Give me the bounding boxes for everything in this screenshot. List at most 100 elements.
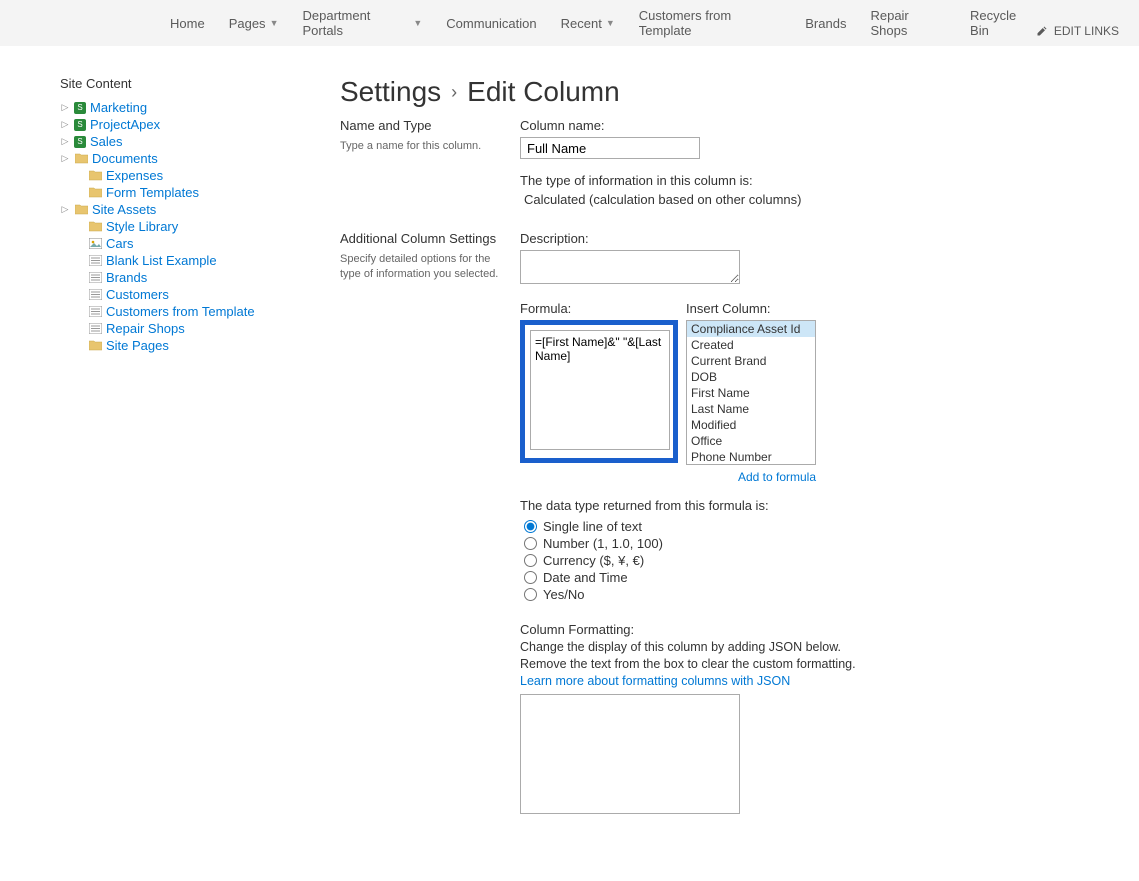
tree-item-site-assets[interactable]: ▷ Site Assets: [60, 201, 280, 218]
column-name-input[interactable]: [520, 137, 700, 159]
nav-item-home[interactable]: Home: [170, 16, 205, 39]
heading-page: Edit Column: [467, 76, 620, 108]
data-type-radio-number[interactable]: Number (1, 1.0, 100): [524, 536, 1020, 551]
radio-input[interactable]: [524, 520, 537, 533]
nav-item-label: Repair Shops: [870, 8, 946, 38]
tree-item-label[interactable]: Customers from Template: [106, 304, 255, 319]
tree-item-documents[interactable]: ▷ Documents: [60, 150, 280, 167]
column-formatting-sub2: Remove the text from the box to clear th…: [520, 656, 1020, 673]
tree-item-cars[interactable]: Cars: [60, 235, 280, 252]
insert-column-option[interactable]: Compliance Asset Id: [687, 321, 815, 337]
insert-column-option[interactable]: Modified: [687, 417, 815, 433]
nav-item-communication[interactable]: Communication: [446, 16, 536, 39]
nav-item-brands[interactable]: Brands: [805, 16, 846, 39]
insert-column-option[interactable]: First Name: [687, 385, 815, 401]
tree-item-label[interactable]: Marketing: [90, 100, 147, 115]
tree-item-customers-from-template[interactable]: Customers from Template: [60, 303, 280, 320]
tree-item-projectapex[interactable]: ▷SProjectApex: [60, 116, 280, 133]
nav-item-recent[interactable]: Recent▼: [561, 16, 615, 39]
radio-label: Yes/No: [543, 587, 584, 602]
insert-column-option[interactable]: Office: [687, 433, 815, 449]
tree-item-label[interactable]: Documents: [92, 151, 158, 166]
tree-item-blank-list-example[interactable]: Blank List Example: [60, 252, 280, 269]
folder-icon: [88, 169, 102, 183]
radio-input[interactable]: [524, 554, 537, 567]
insert-column-option[interactable]: Phone Number: [687, 449, 815, 465]
edit-links-button[interactable]: EDIT LINKS: [1036, 24, 1119, 46]
column-formatting-json-textarea[interactable]: [520, 694, 740, 814]
folder-icon: [74, 152, 88, 166]
radio-input[interactable]: [524, 571, 537, 584]
insert-column-option[interactable]: Current Brand: [687, 353, 815, 369]
sharepoint-site-icon: S: [74, 102, 86, 114]
radio-label: Number (1, 1.0, 100): [543, 536, 663, 551]
site-content-tree: ▷SMarketing▷SProjectApex▷SSales▷Document…: [60, 99, 280, 354]
data-type-radio-currency[interactable]: Currency ($, ¥, €): [524, 553, 1020, 568]
tree-item-label[interactable]: ProjectApex: [90, 117, 160, 132]
data-type-radio-group: The data type returned from this formula…: [520, 498, 1020, 602]
nav-item-label: Communication: [446, 16, 536, 31]
heading-settings[interactable]: Settings: [340, 76, 441, 108]
tree-item-label[interactable]: Repair Shops: [106, 321, 185, 336]
tree-item-sales[interactable]: ▷SSales: [60, 133, 280, 150]
tree-expander-icon[interactable]: ▷: [60, 136, 70, 147]
description-textarea[interactable]: [520, 250, 740, 284]
nav-item-recycle-bin[interactable]: Recycle Bin: [970, 8, 1036, 46]
tree-item-style-library[interactable]: Style Library: [60, 218, 280, 235]
insert-column-option[interactable]: DOB: [687, 369, 815, 385]
folder-icon: [88, 220, 102, 234]
tree-item-expenses[interactable]: Expenses: [60, 167, 280, 184]
section-desc: Type a name for this column.: [340, 139, 500, 154]
formula-textarea[interactable]: [530, 330, 670, 450]
tree-expander-icon[interactable]: ▷: [60, 119, 70, 130]
radio-label: Date and Time: [543, 570, 628, 585]
description-label: Description:: [520, 231, 1020, 246]
tree-expander-icon[interactable]: ▷: [60, 153, 70, 164]
list-icon: [88, 305, 102, 319]
insert-column-option[interactable]: Created: [687, 337, 815, 353]
nav-item-repair-shops[interactable]: Repair Shops: [870, 8, 946, 46]
tree-item-label[interactable]: Form Templates: [106, 185, 199, 200]
list-icon: [88, 271, 102, 285]
tree-item-marketing[interactable]: ▷ S Marketing: [60, 99, 280, 116]
insert-column-listbox[interactable]: Compliance Asset IdCreatedCurrent BrandD…: [686, 320, 816, 465]
tree-item-label[interactable]: Brands: [106, 270, 147, 285]
nav-item-label: Customers from Template: [639, 8, 782, 38]
tree-item-label[interactable]: Cars: [106, 236, 133, 251]
column-name-label: Column name:: [520, 118, 1020, 133]
data-type-radio-yesno[interactable]: Yes/No: [524, 587, 1020, 602]
formula-highlight-box: [520, 320, 678, 463]
tree-item-label[interactable]: Expenses: [106, 168, 163, 183]
add-to-formula-link[interactable]: Add to formula: [738, 470, 816, 484]
tree-expander-icon[interactable]: ▷: [60, 204, 70, 215]
tree-item-label[interactable]: Site Assets: [92, 202, 156, 217]
column-formatting-learn-link[interactable]: Learn more about formatting columns with…: [520, 674, 790, 688]
tree-item-label[interactable]: Blank List Example: [106, 253, 217, 268]
type-info-value: Calculated (calculation based on other c…: [520, 192, 1020, 207]
tree-item-repair-shops[interactable]: Repair Shops: [60, 320, 280, 337]
nav-item-label: Pages: [229, 16, 266, 31]
tree-item-label[interactable]: Sales: [90, 134, 123, 149]
nav-item-department-portals[interactable]: Department Portals▼: [302, 8, 422, 46]
tree-item-customers[interactable]: Customers: [60, 286, 280, 303]
data-type-radio-single[interactable]: Single line of text: [524, 519, 1020, 534]
tree-item-brands[interactable]: Brands: [60, 269, 280, 286]
radio-input[interactable]: [524, 588, 537, 601]
insert-column-option[interactable]: Last Name: [687, 401, 815, 417]
radio-input[interactable]: [524, 537, 537, 550]
nav-item-customers-from-template[interactable]: Customers from Template: [639, 8, 782, 46]
radio-label: Currency ($, ¥, €): [543, 553, 644, 568]
nav-item-label: Department Portals: [302, 8, 409, 38]
list-icon: [88, 288, 102, 302]
breadcrumb-separator-icon: ›: [451, 82, 457, 103]
data-type-radio-date[interactable]: Date and Time: [524, 570, 1020, 585]
tree-item-label[interactable]: Style Library: [106, 219, 178, 234]
tree-item-site-pages[interactable]: Site Pages: [60, 337, 280, 354]
folder-icon: [74, 203, 88, 217]
nav-item-pages[interactable]: Pages▼: [229, 16, 279, 39]
section-name-and-type: Name and Type Type a name for this colum…: [340, 118, 1020, 207]
tree-expander-icon[interactable]: ▷: [60, 102, 70, 113]
tree-item-label[interactable]: Site Pages: [106, 338, 169, 353]
tree-item-label[interactable]: Customers: [106, 287, 169, 302]
tree-item-form-templates[interactable]: Form Templates: [60, 184, 280, 201]
